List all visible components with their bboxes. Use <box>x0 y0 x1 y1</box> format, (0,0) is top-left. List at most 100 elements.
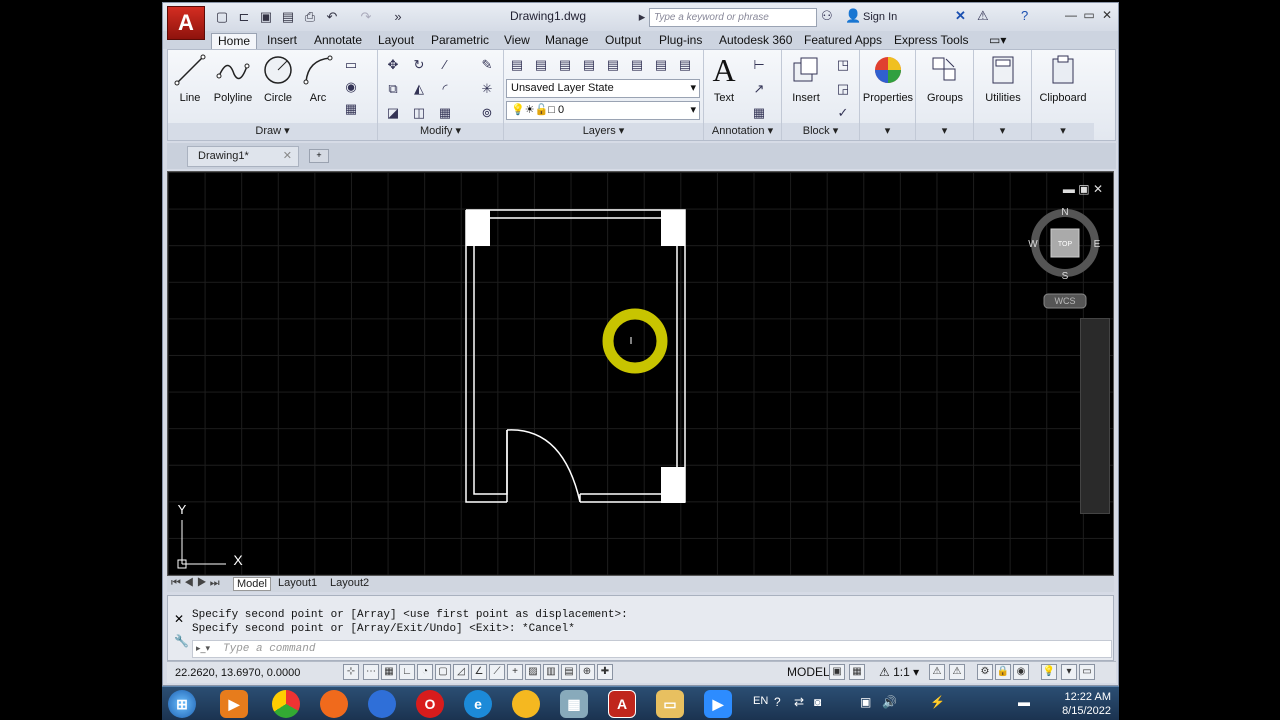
application-menu-button[interactable]: A <box>167 6 205 40</box>
tab-featured-apps[interactable]: Featured Apps <box>804 33 882 49</box>
taskbar-autocad-icon[interactable]: A <box>608 690 636 718</box>
properties-expand[interactable]: ▾ <box>860 123 915 140</box>
command-prompt-icon[interactable]: ▸_▾ <box>196 643 210 654</box>
system-clock[interactable]: 12:22 AM 8/15/2022 <box>1062 690 1111 718</box>
line-tool[interactable]: Line <box>172 52 208 104</box>
taskbar-edge-icon[interactable]: e <box>464 690 492 718</box>
tab-output[interactable]: Output <box>605 33 641 49</box>
polar-tracking-icon[interactable]: ◔ <box>417 664 433 680</box>
infer-constraints-icon[interactable]: ⊹ <box>343 664 359 680</box>
tray-network-icon[interactable]: ▣ <box>860 695 871 709</box>
plot-icon[interactable]: ⎙ <box>301 8 319 25</box>
quick-view-drawings-icon[interactable]: ▦ <box>849 664 865 680</box>
table-icon[interactable]: ▦ <box>750 104 768 122</box>
rectangle-icon[interactable]: ▭ <box>342 56 360 74</box>
draw-panel-label[interactable]: Draw ▾ <box>168 123 377 140</box>
utilities-expand[interactable]: ▾ <box>974 123 1031 140</box>
viewport-minimize-icon[interactable]: ▬ <box>1063 182 1075 196</box>
block-panel-label[interactable]: Block ▾ <box>782 123 859 140</box>
command-customize-icon[interactable]: 🔧 <box>174 634 189 648</box>
dimension-icon[interactable]: ⊢ <box>750 56 768 74</box>
selection-cycling-icon[interactable]: ⊕ <box>579 664 595 680</box>
layout-tab-layout1[interactable]: Layout1 <box>275 577 320 591</box>
command-input[interactable]: Type a command <box>192 640 1112 658</box>
tab-plug-ins[interactable]: Plug-ins <box>659 33 702 49</box>
taskbar-explorer-icon[interactable]: ▭ <box>656 690 684 718</box>
annotation-scale[interactable]: ⚠ 1:1 ▾ <box>879 665 919 679</box>
layer-states-icon[interactable]: ▤ <box>532 56 550 74</box>
edit-block-icon[interactable]: ◲ <box>834 80 852 98</box>
groups-button[interactable]: Groups <box>916 52 974 104</box>
exchange-icon[interactable]: ✕ <box>955 8 966 24</box>
dynamic-input-icon[interactable]: + <box>507 664 523 680</box>
open-icon[interactable]: ⊏ <box>235 8 253 25</box>
erase-icon[interactable]: ✎ <box>478 56 496 74</box>
gradient-icon[interactable]: ▦ <box>342 100 360 118</box>
tray-app-icon[interactable]: ◙ <box>814 695 821 709</box>
tab-manage[interactable]: Manage <box>545 33 588 49</box>
close-tab-icon[interactable]: ✕ <box>283 147 292 166</box>
ribbon-toggle-icon[interactable]: ▭▾ <box>989 33 1006 49</box>
stretch-icon[interactable]: ◪ <box>384 104 402 122</box>
new-tab-icon[interactable]: + <box>309 149 329 163</box>
move-icon[interactable]: ✥ <box>384 56 402 74</box>
clipboard-button[interactable]: Clipboard <box>1032 52 1094 104</box>
taskbar-app-icon[interactable] <box>512 690 540 718</box>
3d-osnap-icon[interactable]: ◿ <box>453 664 469 680</box>
layout-nav-arrows[interactable]: ⏮ ◀ ▶ ⏭ <box>171 577 220 590</box>
taskbar-chrome-icon[interactable] <box>272 690 300 718</box>
taskbar-zoom-icon[interactable]: ▶ <box>704 690 732 718</box>
object-snap-icon[interactable]: ▢ <box>435 664 451 680</box>
tab-home[interactable]: Home <box>211 33 258 49</box>
tab-express-tools[interactable]: Express Tools <box>894 33 968 49</box>
navigation-bar[interactable] <box>1080 318 1110 514</box>
layer-off-icon[interactable]: ▤ <box>604 56 622 74</box>
create-block-icon[interactable]: ◳ <box>834 56 852 74</box>
annotation-panel-label[interactable]: Annotation ▾ <box>704 123 781 140</box>
leader-icon[interactable]: ↗ <box>750 80 768 98</box>
taskbar-media-player-icon[interactable]: ▶ <box>220 690 248 718</box>
utilities-button[interactable]: Utilities <box>974 52 1032 104</box>
layer-freeze-icon[interactable]: ▤ <box>628 56 646 74</box>
clipboard-panel[interactable]: Clipboard ▾ <box>1032 50 1094 140</box>
hatch-icon[interactable]: ◉ <box>342 78 360 96</box>
quick-view-layouts-icon[interactable]: ▣ <box>829 664 845 680</box>
viewport-close-icon[interactable]: ✕ <box>1093 182 1103 196</box>
minimize-icon[interactable]: — <box>1063 7 1079 23</box>
clean-screen-icon[interactable]: ▭ <box>1079 664 1095 680</box>
taskbar-calculator-icon[interactable]: ▦ <box>560 690 588 718</box>
allow-ucs-icon[interactable]: ⟋ <box>489 664 505 680</box>
arc-tool[interactable]: Arc <box>300 52 336 104</box>
tray-keyboard-icon[interactable]: ⇄ <box>794 695 804 709</box>
new-icon[interactable]: ▢ <box>213 8 231 25</box>
redo-icon[interactable]: ↷ <box>357 8 375 25</box>
ortho-mode-icon[interactable]: ∟ <box>399 664 415 680</box>
tab-autodesk-360[interactable]: Autodesk 360 <box>719 33 792 49</box>
tab-view[interactable]: View <box>504 33 530 49</box>
object-snap-tracking-icon[interactable]: ∠ <box>471 664 487 680</box>
clipboard-expand[interactable]: ▾ <box>1032 123 1094 140</box>
search-input[interactable]: Type a keyword or phrase <box>649 8 817 27</box>
snap-mode-icon[interactable]: ⋯ <box>363 664 379 680</box>
insert-tool[interactable]: Insert <box>786 52 826 104</box>
tray-volume-icon[interactable]: 🔊 <box>882 695 897 709</box>
properties-panel[interactable]: Properties ▾ <box>860 50 916 140</box>
command-close-icon[interactable]: ✕ <box>174 612 184 626</box>
layer-match-icon[interactable]: ▤ <box>676 56 694 74</box>
tab-annotate[interactable]: Annotate <box>314 33 362 49</box>
model-button[interactable]: MODEL <box>787 665 830 679</box>
workspace-switching-icon[interactable]: ⚙ <box>977 664 993 680</box>
taskbar-chromium-icon[interactable] <box>368 690 396 718</box>
tab-insert[interactable]: Insert <box>267 33 297 49</box>
layout-tab-model[interactable]: Model <box>233 577 271 591</box>
taskbar-opera-icon[interactable]: O <box>416 690 444 718</box>
copy-icon[interactable]: ⧉ <box>384 80 402 98</box>
start-button[interactable]: ⊞ <box>168 690 196 718</box>
user-icon[interactable]: 👤 <box>845 8 861 24</box>
scale-icon[interactable]: ◫ <box>410 104 428 122</box>
layer-lock-icon[interactable]: ▤ <box>652 56 670 74</box>
circle-tool[interactable]: Circle <box>258 52 298 104</box>
mirror-icon[interactable]: ◭ <box>410 80 428 98</box>
show-lineweight-icon[interactable]: ▨ <box>525 664 541 680</box>
fillet-icon[interactable]: ◜ <box>436 80 454 98</box>
